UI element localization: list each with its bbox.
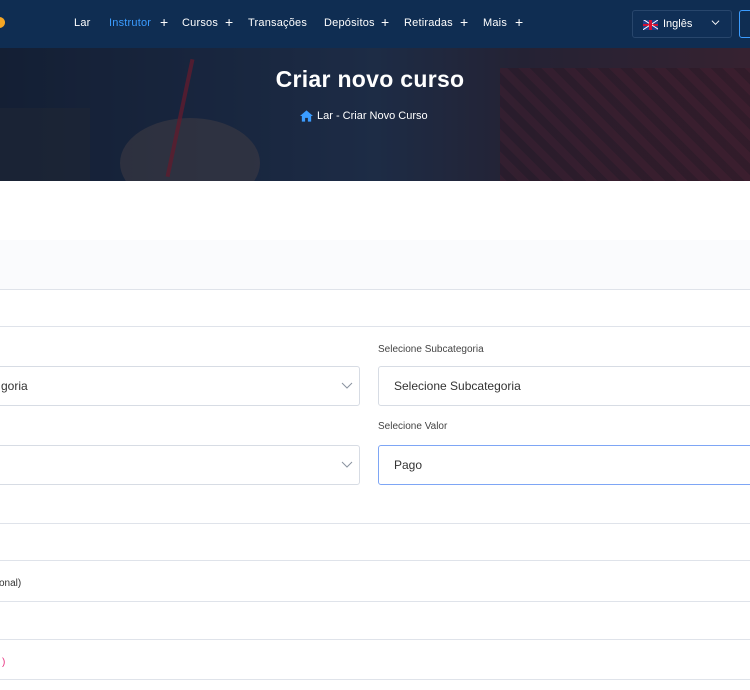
logo[interactable] — [0, 17, 5, 28]
subcategory-label: Selecione Subcategoria — [378, 344, 484, 355]
price-select[interactable]: Pago — [378, 445, 750, 485]
price-select-value: Pago — [394, 458, 423, 472]
language-label: Inglês — [663, 18, 693, 30]
breadcrumb: Lar - Criar Novo Curso — [300, 109, 428, 123]
form-header-band — [0, 240, 750, 290]
breadcrumb-text[interactable]: Lar - Criar Novo Curso — [317, 110, 428, 122]
nav-item-home[interactable]: Lar — [74, 17, 91, 29]
price-label: Selecione Valor — [378, 421, 448, 432]
category-select-value: goria — [1, 379, 28, 393]
type-select[interactable] — [0, 445, 360, 485]
field-divider — [0, 679, 750, 680]
field-divider — [0, 326, 750, 327]
nav-item-withdrawals[interactable]: Retiradas — [404, 17, 453, 29]
chevron-down-icon — [341, 382, 353, 389]
subcategory-select[interactable]: Selecione Subcategoria — [378, 366, 750, 406]
category-select[interactable]: goria — [0, 366, 360, 406]
chevron-down-icon — [341, 461, 353, 468]
optional-field-label: onal) — [0, 578, 22, 589]
nav-item-instructor[interactable]: Instrutor — [109, 17, 151, 29]
required-hint: ) — [2, 657, 6, 668]
nav-item-deposits[interactable]: Depósitos — [324, 17, 375, 29]
uk-flag-icon — [643, 20, 658, 30]
page-title: Criar novo curso — [275, 66, 465, 92]
expand-withdrawals-icon[interactable]: + — [460, 13, 468, 31]
expand-instructor-icon[interactable]: + — [160, 13, 168, 31]
page-banner: Criar novo curso Lar - Criar Novo Curso — [0, 48, 750, 181]
nav-action-button[interactable] — [739, 10, 750, 38]
chevron-down-icon — [711, 20, 720, 26]
language-select[interactable]: Inglês — [632, 10, 732, 38]
expand-courses-icon[interactable]: + — [225, 13, 233, 31]
home-icon[interactable] — [300, 110, 313, 122]
subcategory-select-value: Selecione Subcategoria — [394, 379, 521, 393]
field-divider — [0, 601, 750, 602]
top-navbar: Lar Instrutor + Cursos + Transações Depó… — [0, 0, 750, 48]
field-divider — [0, 639, 750, 640]
nav-item-transactions[interactable]: Transações — [248, 17, 307, 29]
expand-more-icon[interactable]: + — [515, 13, 523, 31]
nav-item-more[interactable]: Mais — [483, 17, 507, 29]
expand-deposits-icon[interactable]: + — [381, 13, 389, 31]
nav-item-courses[interactable]: Cursos — [182, 17, 218, 29]
field-divider — [0, 560, 750, 561]
field-divider — [0, 523, 750, 524]
